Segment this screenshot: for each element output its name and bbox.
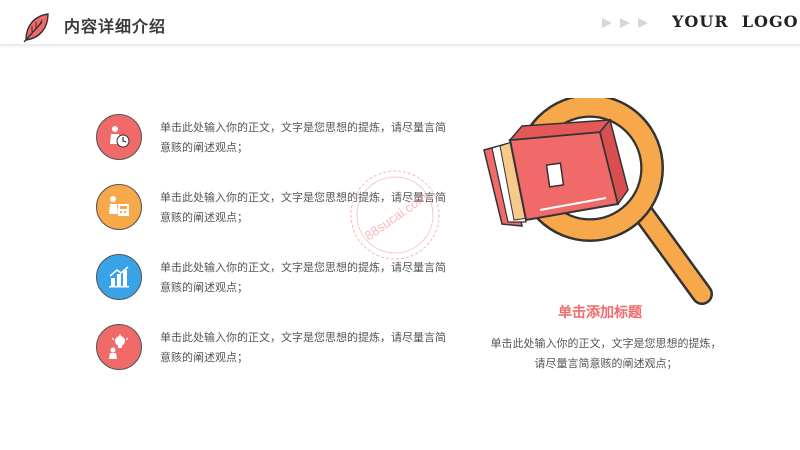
svg-text:88sucai.com: 88sucai.com: [362, 189, 430, 243]
magnifier-book-illustration: [483, 98, 713, 305]
watermark-stamp: 88sucai.com: [350, 170, 440, 260]
item-text: 单击此处输入你的正文，文字是您思想的提炼，请尽量言简意赅的阐述观点；: [160, 121, 446, 154]
calculator-icon: [96, 184, 142, 230]
leaf-icon: [23, 13, 49, 43]
feature-body: 单击此处输入你的正文，文字是您思想的提炼，请尽量言简意赅的阐述观点；: [490, 337, 722, 370]
businessman-clock-icon: [96, 114, 142, 160]
page-title: 内容详细介绍: [64, 17, 167, 36]
bar-chart-icon: [96, 254, 142, 300]
item-text: 单击此处输入你的正文，文字是您思想的提炼，请尽量言简意赅的阐述观点；: [160, 331, 446, 364]
feature-title: 单击添加标题: [558, 305, 642, 321]
logo-text: YOUR LOGO: [672, 12, 799, 31]
list-item-4: 单击此处输入你的正文，文字是您思想的提炼，请尽量言简意赅的阐述观点；: [96, 324, 446, 384]
arrows-icon: [602, 18, 648, 28]
lightbulb-person-icon: [96, 324, 142, 370]
header-bar: 内容详细介绍 YOUR LOGO: [0, 0, 800, 44]
